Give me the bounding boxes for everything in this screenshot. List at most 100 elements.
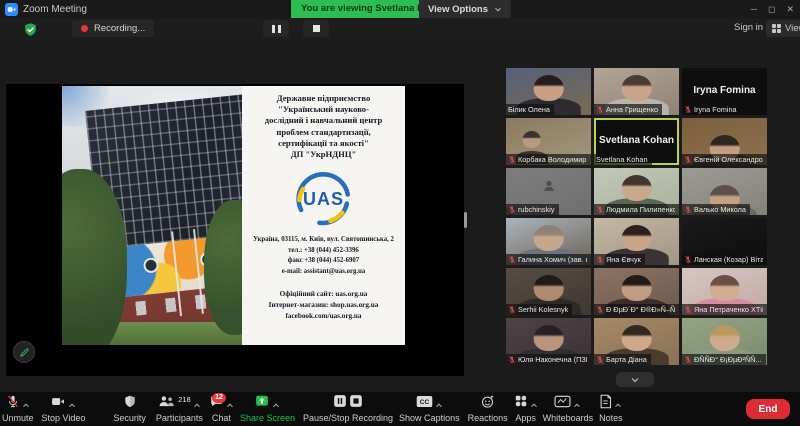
muted-mic-icon — [596, 101, 604, 116]
participant-tile[interactable]: Людмила Пилипенко — [594, 168, 679, 215]
security-button[interactable]: Security — [113, 395, 146, 423]
participant-tile[interactable]: Iryna Fomina Iryna Fomina — [682, 68, 767, 115]
notes-label: Notes — [599, 412, 623, 423]
participant-name-label: Serhii Kolesnyk — [506, 301, 573, 316]
participant-name-label: Білик Олена — [506, 104, 554, 115]
close-icon[interactable]: ✕ — [786, 4, 794, 15]
participant-display-name: Iryna Fomina — [693, 84, 756, 96]
reactions-label: Reactions — [467, 412, 508, 423]
muted-mic-icon — [508, 151, 516, 166]
scroll-participants-button[interactable] — [616, 372, 654, 387]
participant-tile[interactable]: Корбака Володимир... — [506, 118, 591, 165]
participant-tile[interactable]: Галина Хомич (зав. ка... — [506, 218, 591, 265]
pause-recording-button[interactable] — [263, 20, 289, 37]
participant-tile[interactable]: Юля Наконечна (ПЗВ... — [506, 318, 591, 365]
participant-tile[interactable]: Валько Микола — [682, 168, 767, 215]
participant-name: Галина Хомич (зав. ка... — [518, 255, 587, 264]
chevron-up-icon — [573, 395, 581, 413]
sign-in-button[interactable]: Sign in — [734, 22, 763, 33]
participant-tile[interactable]: rubchinskiy — [506, 168, 591, 215]
chevron-up-icon — [614, 395, 622, 413]
participant-video — [621, 275, 652, 302]
apps-button[interactable]: Apps — [514, 394, 538, 423]
whiteboards-icon-row — [554, 395, 581, 413]
chevron-up-icon — [530, 395, 538, 413]
notes-icon — [599, 394, 612, 414]
share-screen-button[interactable]: Share Screen — [240, 394, 295, 423]
svg-text:CC: CC — [420, 399, 430, 406]
participant-name-label: Яна Петраченко ХТіБ... — [682, 304, 767, 315]
participant-tile[interactable]: Яна Євчук — [594, 218, 679, 265]
chevron-up-icon — [272, 395, 280, 413]
participants-button[interactable]: 218 Participants — [156, 395, 203, 423]
participant-tile[interactable]: Ð ÐµÐ´Ð° Ð®Ð»Ñ–Ñ — [594, 268, 679, 315]
minimize-icon[interactable]: ─ — [751, 4, 757, 14]
share-scrollbar[interactable] — [464, 212, 467, 228]
participant-name: Валько Микола — [694, 205, 746, 214]
annotate-pencil-button[interactable] — [13, 341, 35, 363]
address-block: Україна, 03115, м. Київ, вул. Святошинсь… — [253, 236, 394, 275]
participant-video — [709, 325, 740, 352]
chat-button[interactable]: 12 Chat — [209, 392, 234, 423]
whiteboards-icon — [554, 395, 571, 413]
chat-label: Chat — [211, 412, 231, 423]
stop-recording-icon — [349, 394, 363, 413]
participant-name-label: Барта Діана — [594, 354, 651, 365]
chevron-up-icon — [435, 395, 443, 413]
chat-unread-badge: 12 — [212, 392, 226, 403]
participant-name: Людмила Пилипенко — [606, 205, 675, 214]
participant-video — [533, 275, 564, 302]
participant-tile[interactable]: Яна Петраченко ХТіБ... — [682, 268, 767, 315]
app-title: Zoom Meeting — [23, 3, 87, 15]
participant-tile[interactable]: Євгеній Олександров... — [682, 118, 767, 165]
security-icon-row — [123, 395, 137, 412]
participant-tile[interactable]: Барта Діана — [594, 318, 679, 365]
view-options-button[interactable]: View Options — [419, 0, 512, 18]
websites-block: Офіційний сайт: uas.org.ua Інтернет-мага… — [268, 290, 379, 320]
participant-name-label: Корбака Володимир... — [506, 154, 591, 165]
unmute-button[interactable]: Unmute — [2, 395, 34, 423]
stop-video-button[interactable]: Stop Video — [42, 396, 85, 423]
zoom-app-window: Zoom Meeting You are viewing Svetlana Ko… — [0, 0, 800, 426]
security-label: Security — [113, 412, 146, 423]
whiteboards-button[interactable]: Whiteboards — [543, 395, 593, 423]
participant-tile[interactable]: Svetlana Kohan Svetlana Kohan — [594, 118, 679, 165]
participant-tile[interactable]: Білик Олена — [506, 68, 591, 115]
share-screen-icon — [254, 394, 270, 413]
muted-mic-icon — [508, 251, 516, 266]
participant-name: ÐÑÑÐ° Ð¡ÐµÐ²ÑÑ... — [694, 355, 762, 364]
view-button[interactable]: View — [766, 20, 800, 37]
notes-button[interactable]: Notes — [599, 394, 623, 423]
participant-name-label: Людмила Пилипенко — [594, 204, 679, 215]
chevron-up-icon — [22, 395, 30, 413]
muted-mic-icon — [684, 151, 692, 166]
participant-video — [533, 225, 564, 252]
zoom-app-icon — [5, 2, 18, 16]
participant-tile[interactable]: Анна Грищенко — [594, 68, 679, 115]
participant-name-label: Ланская (Козар) Віта — [682, 254, 767, 265]
pause-stop-recording-button[interactable]: Pause/Stop Recording — [303, 394, 393, 423]
reactions-button[interactable]: Reactions — [467, 395, 508, 423]
meeting-main-area: Державне підприємство "Український науко… — [0, 40, 800, 392]
chevron-down-icon — [631, 377, 639, 382]
pause-recording-icon — [333, 394, 347, 413]
participant-tile[interactable]: Ланская (Козар) Віта — [682, 218, 767, 265]
stop-recording-button[interactable] — [303, 20, 329, 37]
maximize-icon[interactable]: ◻ — [768, 4, 775, 15]
chevron-up-icon — [193, 395, 201, 413]
muted-mic-icon — [508, 301, 516, 316]
meeting-toolbar: Unmute Stop Video Security 218 Participants 1… — [0, 392, 800, 426]
encryption-shield-icon[interactable] — [22, 21, 38, 37]
show-captions-button[interactable]: CC Show Captions — [399, 395, 460, 423]
participant-name: Serhii Kolesnyk — [518, 305, 569, 314]
participant-tile[interactable]: Serhii Kolesnyk — [506, 268, 591, 315]
participant-tile[interactable]: ÐÑÑÐ° Ð¡ÐµÐ²ÑÑ... — [682, 318, 767, 365]
muted-mic-icon — [596, 251, 604, 266]
participants-grid: Білик Олена Анна Грищенко Iryna Fomina Iryn… — [506, 68, 767, 365]
muted-mic-icon — [508, 201, 516, 216]
recording-indicator: Recording... — [72, 20, 155, 37]
participant-video — [533, 325, 564, 352]
apps-label: Apps — [515, 412, 536, 423]
end-button[interactable]: End — [746, 399, 790, 419]
apps-icon — [514, 394, 528, 413]
